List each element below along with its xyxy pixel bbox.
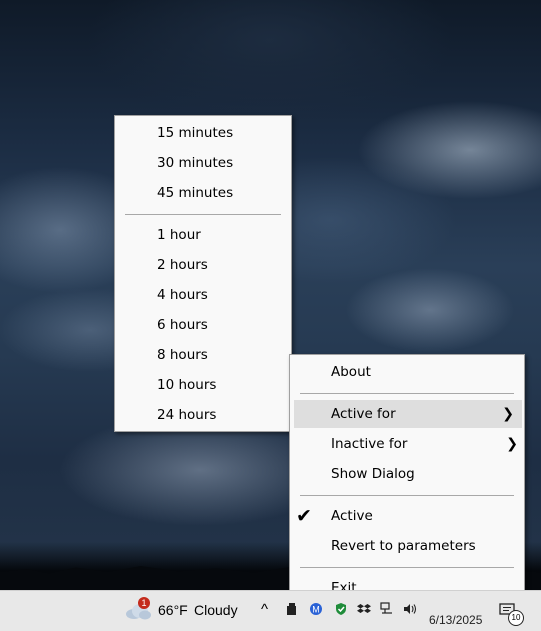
menu-item-6-hours[interactable]: 6 hours [115,311,291,339]
menu-item-10-hours[interactable]: 10 hours [115,371,291,399]
weather-condition[interactable]: Cloudy [194,602,238,618]
weather-temperature[interactable]: 66°F [158,602,188,618]
menu-item-2-hours[interactable]: 2 hours [115,251,291,279]
menu-separator [300,567,514,568]
tray-context-menu: About Active for ❯ Inactive for ❯ Show D… [289,354,525,608]
dropbox-icon[interactable] [357,602,371,616]
menu-item-30-minutes[interactable]: 30 minutes [115,149,291,177]
menu-item-8-hours[interactable]: 8 hours [115,341,291,369]
security-shield-icon[interactable] [334,602,348,616]
taskbar: 1 66°F Cloudy ^ M 6/13/2025 10 [0,590,541,631]
active-for-submenu: 15 minutes 30 minutes 45 minutes 1 hour … [114,115,292,432]
menu-item-1-hour[interactable]: 1 hour [115,221,291,249]
svg-text:M: M [312,605,320,615]
submenu-arrow-icon: ❯ [502,406,514,422]
menu-item-15-minutes[interactable]: 15 minutes [115,119,291,147]
menu-item-45-minutes[interactable]: 45 minutes [115,179,291,207]
meet-tray-icon[interactable]: M [309,602,323,616]
show-hidden-icons-chevron[interactable]: ^ [261,601,268,618]
menu-item-active-for[interactable]: Active for ❯ [294,400,522,428]
taskbar-date[interactable]: 6/13/2025 [429,613,482,627]
weather-alert-badge: 1 [138,597,150,609]
volume-icon[interactable] [403,602,417,616]
notification-center-button[interactable]: 10 [499,601,524,626]
menu-item-24-hours[interactable]: 24 hours [115,401,291,429]
network-icon[interactable] [380,602,394,616]
menu-item-4-hours[interactable]: 4 hours [115,281,291,309]
checkmark-icon: ✔ [296,505,312,527]
menu-item-show-dialog[interactable]: Show Dialog [290,460,524,488]
menu-item-inactive-for[interactable]: Inactive for ❯ [290,430,524,458]
notification-count-badge: 10 [508,610,524,626]
menu-separator [300,393,514,394]
menu-item-revert-to-parameters[interactable]: Revert to parameters [290,532,524,560]
menu-item-active[interactable]: ✔ Active [290,502,524,530]
submenu-arrow-icon: ❯ [506,436,518,452]
menu-separator [125,214,281,215]
caffeine-tray-icon[interactable] [285,602,299,616]
menu-separator [300,495,514,496]
menu-item-about[interactable]: About [290,358,524,386]
